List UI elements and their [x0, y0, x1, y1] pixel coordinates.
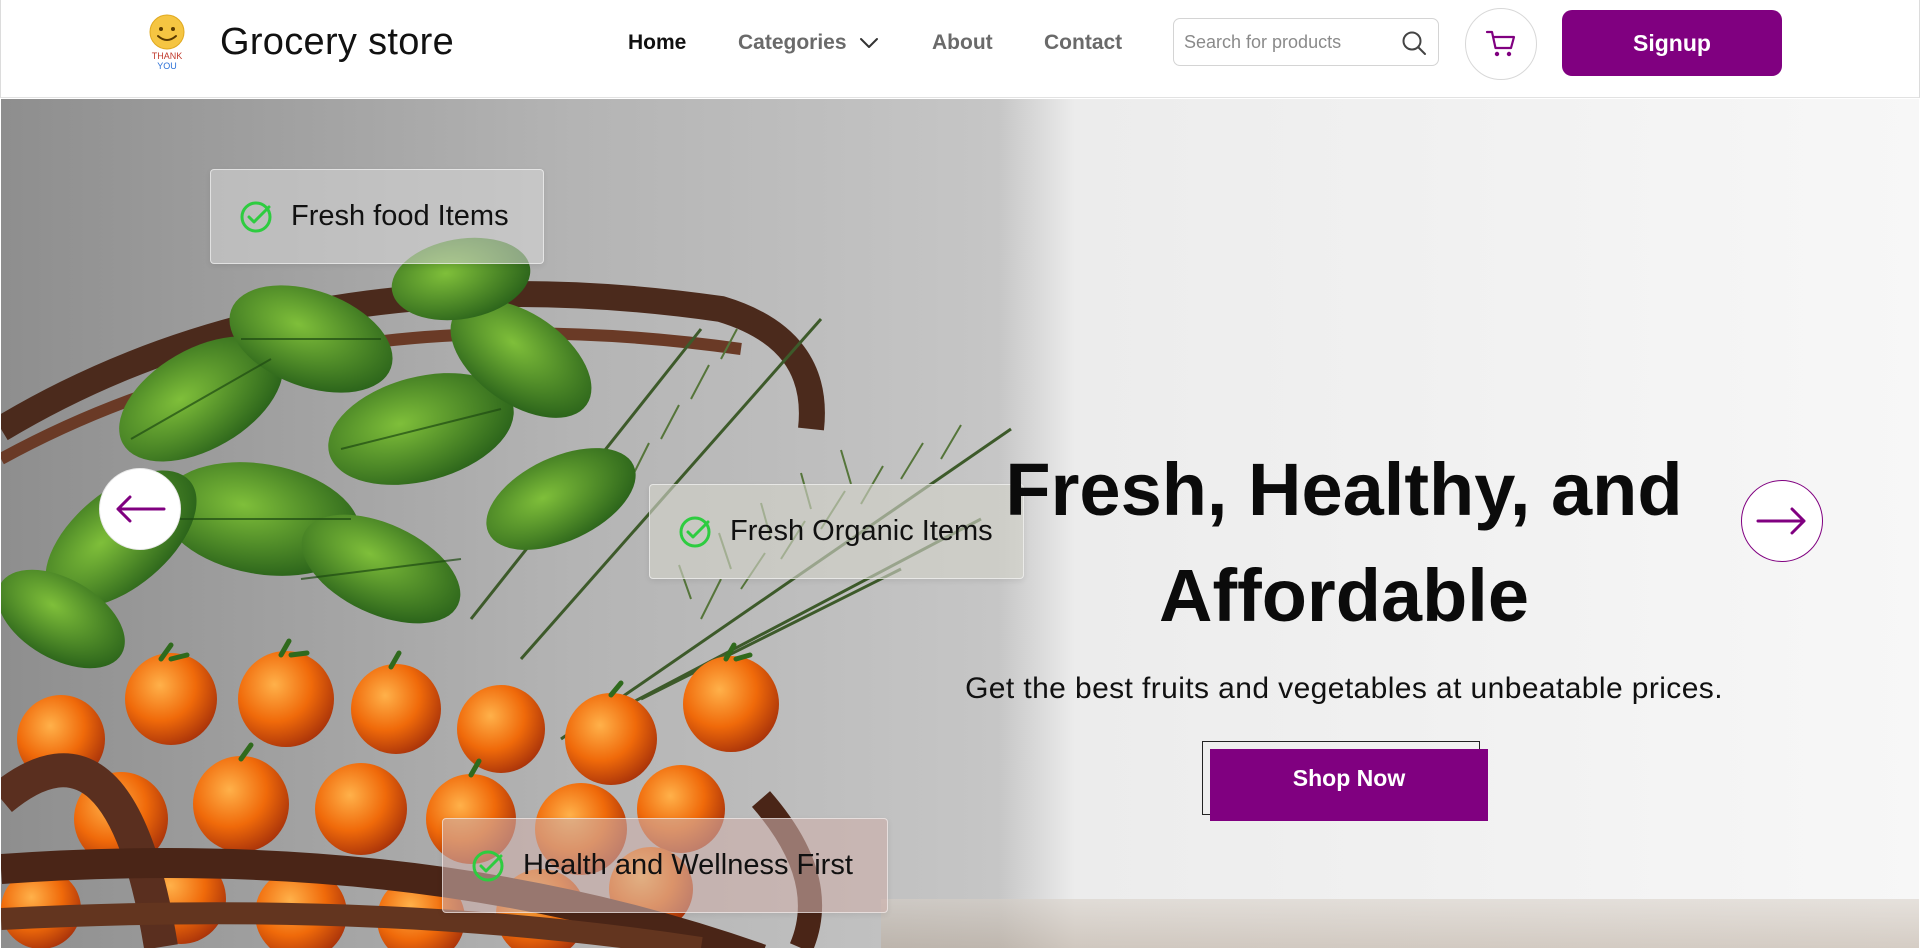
nav-contact[interactable]: Contact	[1044, 28, 1122, 58]
hero-heading: Fresh, Healthy, and Affordable	[944, 437, 1744, 649]
shopping-cart-icon	[1485, 30, 1516, 57]
logo-text-bottom: YOU	[157, 61, 177, 71]
search-input[interactable]	[1184, 19, 1394, 65]
feature-badge-fresh-food: Fresh food Items	[210, 169, 544, 264]
feature-badge-wellness: Health and Wellness First	[442, 818, 888, 913]
brand-name[interactable]: Grocery store	[220, 18, 454, 66]
carousel-prev-button[interactable]	[99, 468, 181, 550]
arrow-right-icon	[1756, 507, 1806, 535]
check-circle-icon	[240, 201, 272, 232]
top-navbar: THANK YOU Grocery store Home Categories …	[0, 0, 1920, 98]
nav-home[interactable]: Home	[628, 28, 686, 58]
page: THANK YOU Grocery store Home Categories …	[0, 0, 1920, 948]
search-box	[1173, 18, 1439, 66]
check-circle-icon	[679, 516, 711, 547]
hero-banner: Fresh food Items Fresh Organic Items Hea…	[1, 99, 1919, 948]
nav-categories-label: Categories	[738, 31, 847, 54]
carousel-next-button[interactable]	[1741, 480, 1823, 562]
nav-about[interactable]: About	[932, 28, 993, 58]
feature-label: Fresh food Items	[291, 200, 509, 232]
logo-text-top: THANK	[152, 51, 183, 61]
chevron-down-icon	[859, 38, 878, 48]
check-circle-icon	[472, 850, 504, 881]
search-icon[interactable]	[1401, 30, 1427, 56]
hero-heading-line2: Affordable	[1159, 554, 1529, 637]
cart-button[interactable]	[1465, 8, 1537, 80]
shop-now-button[interactable]: Shop Now	[1210, 749, 1488, 821]
signup-button[interactable]: Signup	[1562, 10, 1782, 76]
feature-label: Health and Wellness First	[523, 849, 853, 881]
hero-heading-line1: Fresh, Healthy, and	[1005, 448, 1683, 531]
store-logo[interactable]: THANK YOU	[147, 14, 187, 72]
hero-subtitle: Get the best fruits and vegetables at un…	[965, 672, 1723, 705]
nav-categories[interactable]: Categories	[738, 28, 879, 58]
arrow-left-icon	[116, 495, 166, 523]
